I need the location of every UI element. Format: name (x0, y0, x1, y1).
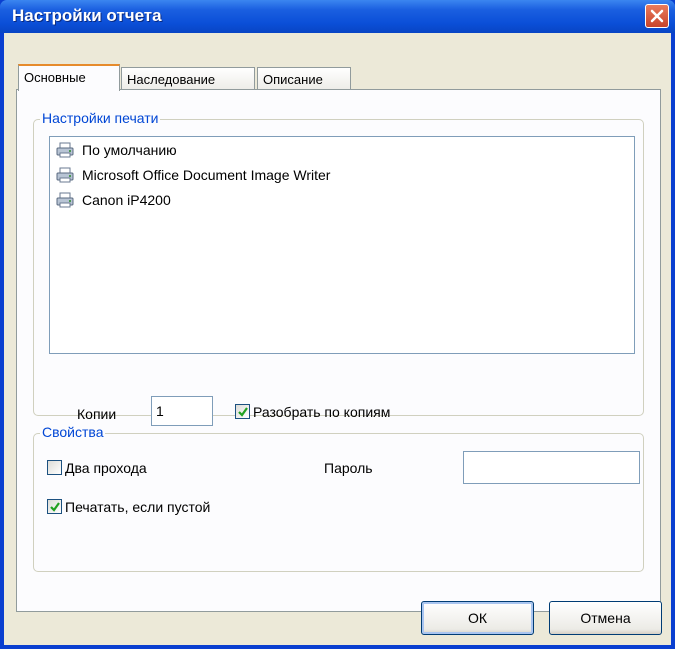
checkmark-icon (238, 407, 248, 417)
printer-list[interactable]: По умолчанию Microsoft Office Document I… (49, 136, 635, 354)
dialog-client: Основные Наследование Описание Настройки… (4, 33, 671, 645)
tab-description[interactable]: Описание (257, 67, 351, 91)
copies-label: Копии (77, 406, 117, 422)
tab-main[interactable]: Основные (18, 64, 120, 91)
print-settings-group: Настройки печати По умолчанию Microsoft … (33, 110, 644, 426)
tab-description-label: Описание (263, 72, 323, 87)
print-if-empty-checkbox[interactable] (47, 499, 62, 514)
print-if-empty-label: Печатать, если пустой (65, 499, 211, 515)
two-pass-checkbox[interactable] (47, 460, 62, 475)
tab-inheritance-label: Наследование (127, 72, 216, 87)
checkmark-icon (50, 502, 60, 512)
copies-input[interactable] (151, 396, 213, 426)
tab-main-label: Основные (24, 70, 86, 85)
collate-checkbox[interactable] (235, 404, 250, 419)
title-bar[interactable]: Настройки отчета (0, 0, 675, 33)
collate-label: Разобрать по копиям (253, 404, 391, 420)
ok-button[interactable]: ОК (421, 601, 534, 635)
tab-inheritance[interactable]: Наследование (121, 67, 255, 91)
cancel-button[interactable]: Отмена (549, 601, 662, 635)
printer-icon (56, 142, 74, 158)
tab-panel-main: Настройки печати По умолчанию Microsoft … (16, 89, 661, 612)
printer-name: Microsoft Office Document Image Writer (82, 167, 331, 183)
printer-name: По умолчанию (82, 142, 177, 158)
properties-group: Свойства Два прохода Пароль Печатать, ес… (33, 424, 644, 572)
list-item[interactable]: По умолчанию (56, 139, 177, 161)
list-item[interactable]: Canon iP4200 (56, 189, 171, 211)
close-button[interactable] (645, 4, 669, 28)
properties-label: Свойства (40, 424, 106, 440)
printer-name: Canon iP4200 (82, 192, 171, 208)
printer-icon (56, 192, 74, 208)
two-pass-label: Два прохода (65, 460, 147, 476)
window-title: Настройки отчета (12, 6, 162, 25)
print-settings-label: Настройки печати (40, 110, 161, 126)
dialog-window: Настройки отчета Основные Наследование О… (0, 0, 675, 649)
close-icon (650, 9, 664, 23)
list-item[interactable]: Microsoft Office Document Image Writer (56, 164, 330, 186)
password-input[interactable] (463, 451, 640, 484)
printer-icon (56, 167, 74, 183)
password-label: Пароль (324, 460, 373, 476)
